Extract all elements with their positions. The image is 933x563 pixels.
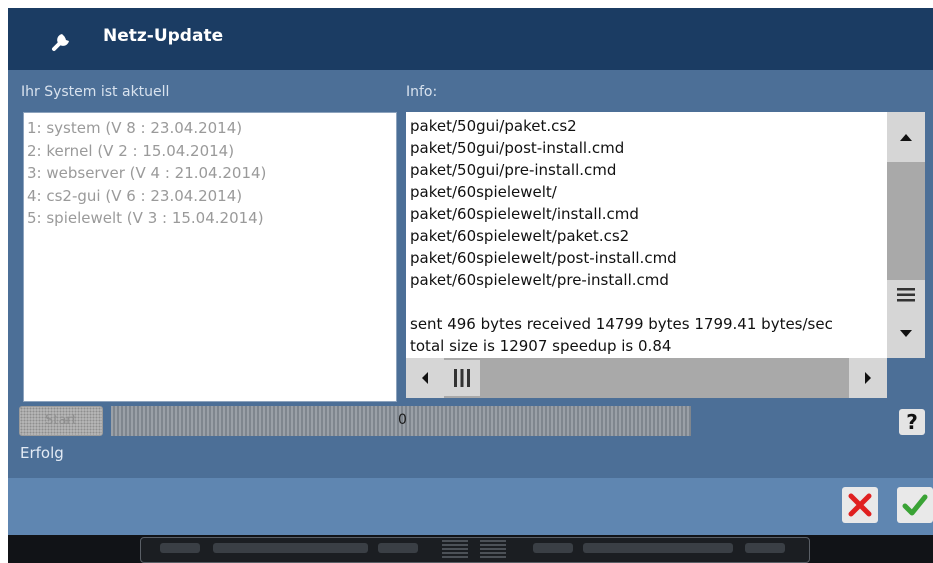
bottom-toolbar-tab[interactable] (533, 543, 573, 553)
bottom-toolbar-tab[interactable] (745, 543, 785, 553)
info-label: Info: (406, 84, 438, 100)
vertical-scrollbar[interactable] (887, 112, 925, 358)
grip-icon (480, 540, 506, 560)
list-item[interactable]: 4: cs2-gui (V 6 : 23.04.2014) (27, 185, 396, 208)
bottom-toolbar-tab[interactable] (583, 543, 733, 553)
scroll-down-button[interactable] (887, 310, 925, 358)
log-line: paket/50gui/post-install.cmd (410, 139, 625, 157)
log-line: sent 496 bytes received 14799 bytes 1799… (410, 315, 833, 333)
grip-lines-icon (454, 369, 470, 387)
start-button[interactable]: Start (19, 406, 103, 436)
log-line: paket/60spielewelt/install.cmd (410, 205, 639, 223)
arrow-left-icon (422, 372, 428, 384)
dialog-footer (8, 478, 933, 535)
grip-lines-icon (897, 288, 915, 302)
scroll-right-button[interactable] (849, 358, 887, 398)
grip-icon (442, 540, 468, 560)
scrollbar-corner (887, 358, 925, 398)
list-item[interactable]: 3: webserver (V 4 : 21.04.2014) (27, 162, 396, 185)
progress-bar: 0 (111, 406, 691, 436)
log-line: paket/50gui/pre-install.cmd (410, 161, 617, 179)
scroll-thumb[interactable] (887, 280, 925, 310)
horizontal-scrollbar[interactable] (406, 358, 887, 398)
log-line: total size is 12907 speedup is 0.84 (410, 337, 672, 355)
scroll-thumb[interactable] (444, 360, 480, 396)
bottom-toolbar-tab[interactable] (160, 543, 200, 553)
wrench-icon (48, 26, 76, 54)
log-line: paket/60spielewelt/paket.cs2 (410, 227, 630, 245)
scroll-up-button[interactable] (887, 112, 925, 162)
checkmark-icon (902, 494, 928, 516)
list-item[interactable]: 2: kernel (V 2 : 15.04.2014) (27, 140, 396, 163)
title-bar: Netz-Update (8, 8, 933, 70)
arrow-down-icon (900, 330, 912, 337)
scroll-left-button[interactable] (406, 358, 444, 398)
list-item[interactable]: 1: system (V 8 : 23.04.2014) (27, 117, 396, 140)
arrow-up-icon (900, 134, 912, 141)
cancel-button[interactable] (842, 487, 878, 523)
dialog-title: Netz-Update (103, 26, 224, 46)
log-line: paket/60spielewelt/ (410, 183, 557, 201)
info-log[interactable]: paket/50gui/paket.cs2 paket/50gui/post-i… (406, 112, 887, 358)
log-line: paket/60spielewelt/post-install.cmd (410, 249, 677, 267)
progress-value: 0 (398, 412, 407, 428)
arrow-right-icon (865, 372, 871, 384)
bottom-toolbar-tab[interactable] (378, 543, 418, 553)
help-button[interactable]: ? (899, 409, 925, 435)
package-list[interactable]: 1: system (V 8 : 23.04.2014) 2: kernel (… (23, 112, 397, 402)
netz-update-dialog: Netz-Update Ihr System ist aktuell Info:… (8, 8, 933, 535)
log-line: paket/50gui/paket.cs2 (410, 117, 577, 135)
system-status-label: Ihr System ist aktuell (21, 84, 170, 100)
list-item[interactable]: 5: spielewelt (V 3 : 15.04.2014) (27, 207, 396, 230)
bottom-toolbar-tab[interactable] (213, 543, 368, 553)
close-icon (848, 493, 872, 517)
ok-button[interactable] (897, 487, 933, 523)
status-text: Erfolg (20, 444, 64, 462)
log-line: paket/60spielewelt/pre-install.cmd (410, 271, 669, 289)
